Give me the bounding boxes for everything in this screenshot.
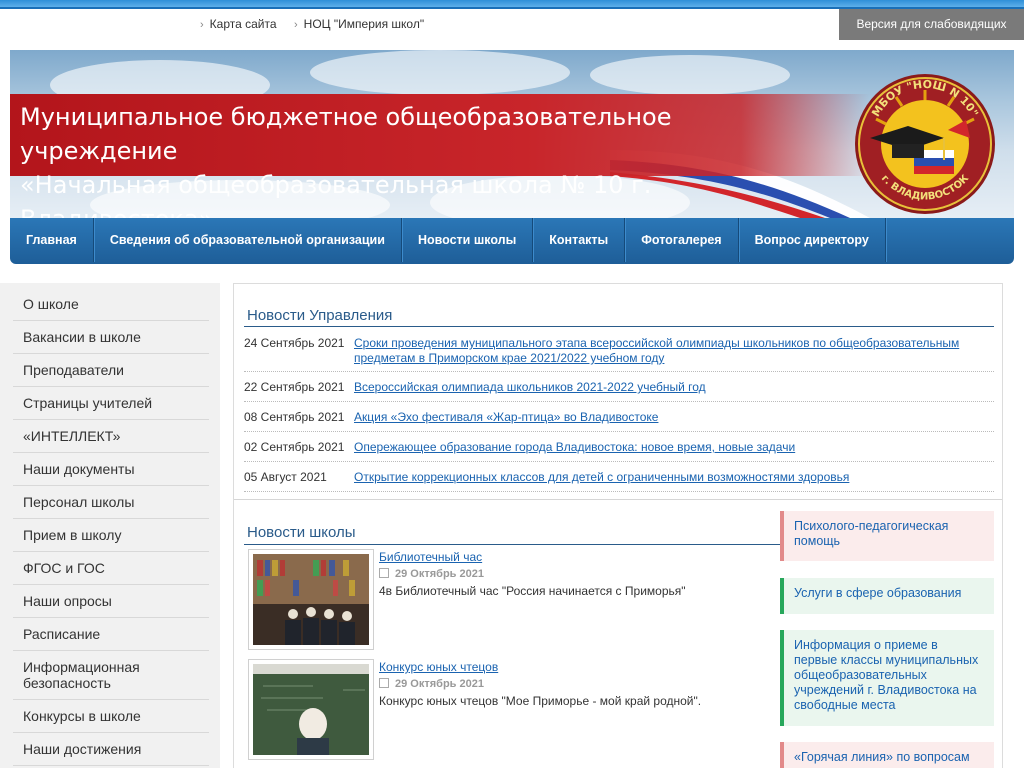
- main-content: Новости Управления 24 Сентябрь 2021 Срок…: [233, 283, 1003, 768]
- sidebar-item-teacher-pages[interactable]: Страницы учителей: [13, 387, 209, 420]
- sidebar-item-documents[interactable]: Наши документы: [13, 453, 209, 486]
- nav-home[interactable]: Главная: [10, 218, 94, 262]
- chevron-right-icon: ›: [200, 19, 204, 31]
- nav-school-info[interactable]: Сведения об образовательной организации: [94, 218, 402, 262]
- nav-school-news[interactable]: Новости школы: [402, 218, 534, 262]
- sidebar-item-teachers[interactable]: Преподаватели: [13, 354, 209, 387]
- title-line-1: Муниципальное бюджетное общеобразователь…: [20, 103, 672, 165]
- news-row: 24 Сентябрь 2021 Сроки проведения муници…: [244, 334, 994, 372]
- news-thumbnail[interactable]: [248, 549, 374, 650]
- card-hotline[interactable]: «Горячая линия» по вопросам: [780, 742, 994, 768]
- nav-ask-director[interactable]: Вопрос директору: [739, 218, 886, 262]
- admin-news-underline: [244, 326, 994, 327]
- section-divider: [234, 499, 1002, 500]
- news-link[interactable]: Сроки проведения муниципального этапа вс…: [354, 336, 984, 366]
- news-thumbnail[interactable]: [248, 659, 374, 760]
- noc-link[interactable]: › НОЦ "Империя школ": [294, 17, 424, 31]
- news-date: 05 Август 2021: [244, 470, 327, 484]
- calendar-icon: [379, 678, 389, 688]
- header-banner: Муниципальное бюджетное общеобразователь…: [10, 50, 1014, 218]
- sidebar-item-schedule[interactable]: Расписание: [13, 618, 209, 651]
- news-row: 02 Сентябрь 2021 Опережающее образование…: [244, 432, 994, 462]
- sidebar-item-achievements[interactable]: Наши достижения: [13, 733, 209, 766]
- sidebar-item-fgos[interactable]: ФГОС и ГОС: [13, 552, 209, 585]
- sitemap-link-label: Карта сайта: [209, 17, 277, 31]
- sidebar-item-intellect[interactable]: «ИНТЕЛЛЕКТ»: [13, 420, 209, 453]
- sidebar-item-staff[interactable]: Персонал школы: [13, 486, 209, 519]
- calendar-icon: [379, 568, 389, 578]
- card-edu-services[interactable]: Услуги в сфере образования: [780, 578, 994, 614]
- school-news-date: 29 Октябрь 2021: [379, 678, 484, 690]
- school-emblem-logo: МБОУ "НОШ N 10" г. ВЛАДИВОСТОК: [855, 74, 995, 214]
- news-row: 22 Сентябрь 2021 Всероссийская олимпиада…: [244, 372, 994, 402]
- main-nav: Главная Сведения об образовательной орга…: [10, 218, 1014, 264]
- library-photo: [253, 554, 369, 645]
- title-line-2: «Начальная общеобразовательная школа № 1…: [20, 171, 652, 218]
- card-psych-help[interactable]: Психолого-педагогическая помощь: [780, 511, 994, 561]
- card-first-grade-admission[interactable]: Информация о приеме в первые классы муни…: [780, 630, 994, 726]
- school-news-summary: 4в Библиотечный час "Россия начинается с…: [379, 584, 686, 598]
- school-news-link[interactable]: Конкурс юных чтецов: [379, 660, 498, 674]
- news-date: 22 Сентябрь 2021: [244, 380, 345, 394]
- school-news-title: Новости школы: [247, 524, 356, 541]
- chevron-right-icon: ›: [294, 19, 298, 31]
- sidebar-item-info-security[interactable]: Информационная безопасность: [13, 651, 209, 700]
- reading-contest-photo: [253, 664, 369, 755]
- news-date: 24 Сентябрь 2021: [244, 336, 345, 350]
- nav-gallery[interactable]: Фотогалерея: [625, 218, 739, 262]
- school-news-date: 29 Октябрь 2021: [379, 568, 484, 580]
- noc-link-label: НОЦ "Империя школ": [303, 17, 425, 31]
- sidebar-item-surveys[interactable]: Наши опросы: [13, 585, 209, 618]
- top-strip: [0, 0, 1024, 9]
- sidebar-item-contests[interactable]: Конкурсы в школе: [13, 700, 209, 733]
- sidebar-item-vacancies[interactable]: Вакансии в школе: [13, 321, 209, 354]
- news-row: 08 Сентябрь 2021 Акция «Эхо фестиваля «Ж…: [244, 402, 994, 432]
- sidebar-item-admission[interactable]: Прием в школу: [13, 519, 209, 552]
- school-news-link[interactable]: Библиотечный час: [379, 550, 482, 564]
- news-date: 08 Сентябрь 2021: [244, 410, 345, 424]
- sidebar-item-about[interactable]: О школе: [13, 283, 209, 321]
- news-link[interactable]: Акция «Эхо фестиваля «Жар-птица» во Влад…: [354, 410, 984, 425]
- admin-news-title: Новости Управления: [247, 307, 393, 324]
- news-row: 05 Август 2021 Открытие коррекционных кл…: [244, 462, 994, 492]
- sitemap-link[interactable]: › Карта сайта: [200, 17, 277, 31]
- vision-impaired-button[interactable]: Версия для слабовидящих: [839, 9, 1024, 40]
- school-news-item: Конкурс юных чтецов 29 Октябрь 2021 Конк…: [248, 659, 780, 761]
- school-news-item: Библиотечный час 29 Октябрь 2021 4в Библ…: [248, 549, 780, 651]
- nav-contacts[interactable]: Контакты: [533, 218, 626, 262]
- page-title: Муниципальное бюджетное общеобразователь…: [20, 100, 820, 218]
- news-link[interactable]: Открытие коррекционных классов для детей…: [354, 470, 984, 485]
- school-news-date-text: 29 Октябрь 2021: [395, 568, 484, 580]
- news-link[interactable]: Опережающее образование города Владивост…: [354, 440, 984, 455]
- sidebar: О школе Вакансии в школе Преподаватели С…: [0, 283, 220, 768]
- school-news-underline: [244, 544, 780, 545]
- news-link[interactable]: Всероссийская олимпиада школьников 2021-…: [354, 380, 984, 395]
- school-news-summary: Конкурс юных чтецов "Мое Приморье - мой …: [379, 694, 702, 708]
- news-date: 02 Сентябрь 2021: [244, 440, 345, 454]
- school-news-date-text: 29 Октябрь 2021: [395, 678, 484, 690]
